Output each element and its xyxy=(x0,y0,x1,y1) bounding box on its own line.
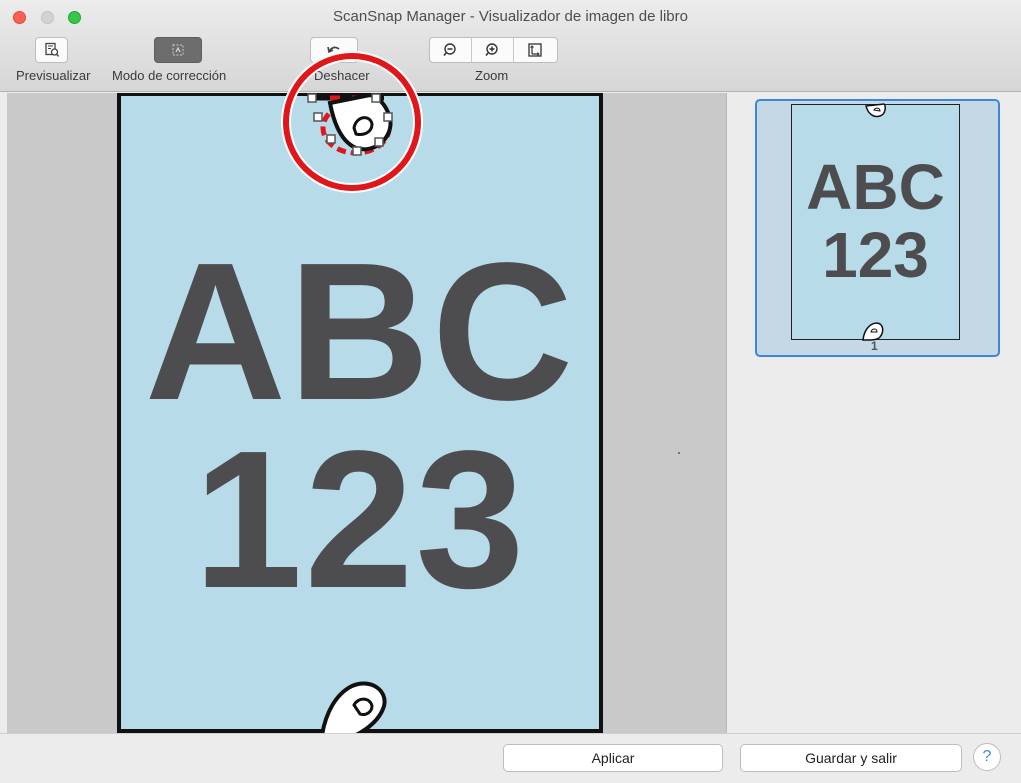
zoom-in-icon xyxy=(484,43,498,56)
fit-page-icon xyxy=(528,43,542,57)
apply-button[interactable]: Aplicar xyxy=(503,744,723,772)
page-text-line1: ABC xyxy=(144,222,576,441)
undo-label: Deshacer xyxy=(314,68,370,83)
preview-button[interactable] xyxy=(35,37,68,63)
undo-button[interactable] xyxy=(310,37,358,63)
correction-mode-icon xyxy=(172,44,184,56)
zoom-label: Zoom xyxy=(475,68,509,83)
stray-dot xyxy=(678,452,680,454)
save-and-exit-button[interactable]: Guardar y salir xyxy=(740,744,962,772)
help-button[interactable]: ? xyxy=(973,743,1001,771)
correction-mode-label: Modo de corrección xyxy=(112,68,227,83)
preview-icon xyxy=(44,42,59,57)
correction-mode-button[interactable] xyxy=(154,37,202,63)
zoom-out-icon xyxy=(442,43,456,56)
undo-icon xyxy=(327,46,340,54)
zoom-out-button[interactable] xyxy=(430,38,472,62)
zoom-in-button[interactable] xyxy=(472,38,514,62)
fit-page-button[interactable] xyxy=(514,38,556,62)
page-text-line2: 123 xyxy=(193,410,527,629)
zoom-control xyxy=(429,37,558,63)
thumbnail-page-number: 1 xyxy=(871,339,878,353)
preview-label: Previsualizar xyxy=(16,68,91,83)
thumbnail-text-line2: 123 xyxy=(822,219,929,291)
title-bar: ScanSnap Manager - Visualizador de image… xyxy=(0,0,1021,92)
thumbnail-text-line1: ABC xyxy=(806,151,945,223)
scanned-page: ABC 123 xyxy=(117,93,603,733)
window-title: ScanSnap Manager - Visualizador de image… xyxy=(333,8,688,25)
page-thumbnail[interactable]: ABC 123 xyxy=(791,104,960,340)
